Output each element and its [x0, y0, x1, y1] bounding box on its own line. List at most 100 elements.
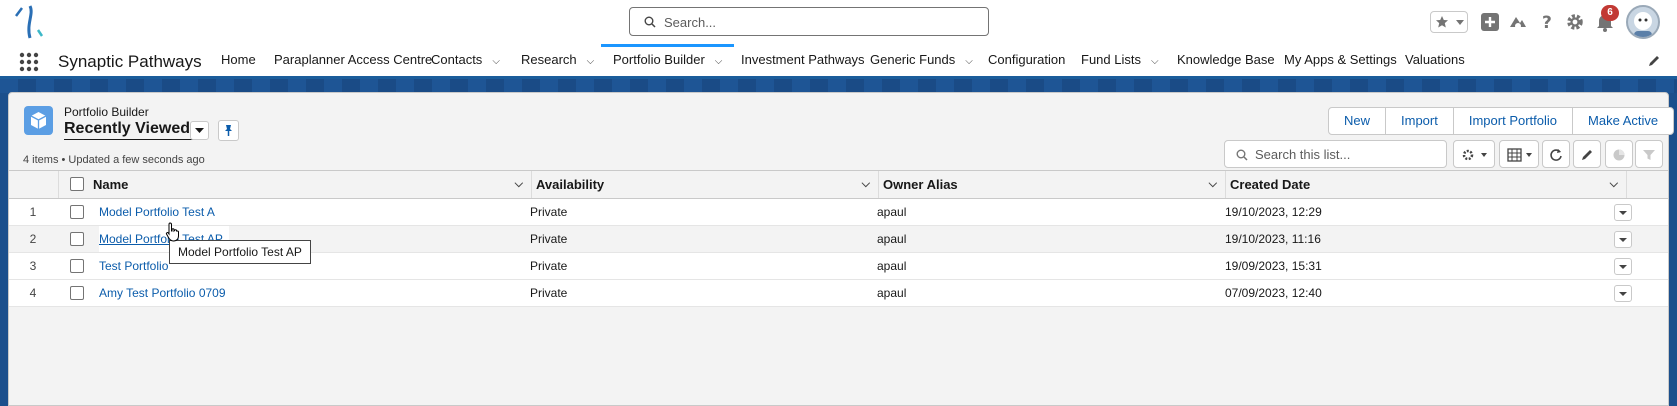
chevron-down-icon[interactable]: ⌵	[1209, 171, 1217, 198]
nav-item-label: Knowledge Base	[1177, 52, 1275, 67]
column-header-label: Availability	[536, 177, 605, 192]
import-button[interactable]: Import	[1385, 107, 1454, 135]
row-actions-button[interactable]	[1614, 204, 1632, 221]
import-portfolio-button[interactable]: Import Portfolio	[1452, 107, 1574, 135]
chevron-down-icon[interactable]: ⌵	[965, 46, 973, 78]
chevron-down-icon[interactable]: ⌵	[492, 46, 500, 78]
nav-item-contacts[interactable]: Contacts ⌵	[431, 44, 500, 76]
filter-icon	[1643, 150, 1655, 160]
row-actions-button[interactable]	[1614, 285, 1632, 302]
chevron-down-icon[interactable]: ⌵	[515, 171, 523, 198]
nav-item-investment-pathways[interactable]: Investment Pathways	[741, 44, 865, 76]
chevron-down-icon[interactable]: ⌵	[587, 46, 595, 78]
nav-item-label: Contacts	[431, 52, 483, 67]
column-header-label: Created Date	[1230, 177, 1311, 192]
nav-item-label: Portfolio Builder	[613, 52, 705, 67]
column-header-owner-alias[interactable]: Owner Alias ⌵	[879, 171, 1226, 198]
avatar[interactable]	[1626, 5, 1660, 39]
row-actions-button[interactable]	[1614, 258, 1632, 275]
list-view-switcher-button[interactable]	[190, 121, 209, 140]
list-view-card: Portfolio Builder Recently Viewed 4 item…	[8, 92, 1675, 406]
svg-text:?: ?	[1542, 13, 1552, 32]
record-name-label: Amy Test Portfolio 0709	[99, 286, 226, 300]
make-active-button[interactable]: Make Active	[1572, 107, 1675, 135]
nav-item-configuration[interactable]: Configuration	[988, 44, 1065, 76]
nav-item-generic-funds[interactable]: Generic Funds ⌵	[870, 44, 973, 76]
global-header: Search... ? 6	[0, 0, 1677, 44]
row-checkbox[interactable]	[70, 205, 84, 219]
star-icon	[1436, 16, 1448, 28]
select-all-checkbox[interactable]	[70, 177, 84, 191]
row-number: 2	[29, 232, 37, 246]
nav-item-fund-lists[interactable]: Fund Lists ⌵	[1081, 44, 1159, 76]
refresh-button[interactable]	[1542, 140, 1570, 168]
nav-item-knowledge-base[interactable]: Knowledge Base	[1177, 44, 1275, 76]
cube-icon	[30, 112, 47, 129]
new-button[interactable]: New	[1328, 107, 1387, 135]
nav-item-label: Paraplanner Access Centre	[274, 52, 433, 67]
nav-item-label: Fund Lists	[1081, 52, 1141, 67]
availability-cell: Private	[530, 259, 568, 273]
table-row[interactable]: 1 Model Portfolio Test A Private apaul 1…	[9, 199, 1668, 226]
help-icon[interactable]: ?	[1537, 12, 1557, 32]
app-logo-icon[interactable]	[12, 4, 48, 40]
display-as-table-button[interactable]	[1499, 140, 1539, 168]
chevron-down-icon[interactable]: ⌵	[1610, 171, 1618, 198]
nav-item-label: Investment Pathways	[741, 52, 865, 67]
table-row[interactable]: 4 Amy Test Portfolio 0709 Private apaul …	[9, 280, 1668, 307]
row-actions-button[interactable]	[1614, 231, 1632, 248]
row-checkbox[interactable]	[70, 232, 84, 246]
list-view-controls-button[interactable]	[1453, 140, 1495, 168]
pencil-icon	[1582, 150, 1592, 160]
list-view-name[interactable]: Recently Viewed	[64, 120, 190, 138]
created-date-cell: 19/10/2023, 11:16	[1225, 232, 1321, 246]
row-checkbox[interactable]	[70, 259, 84, 273]
global-search-input[interactable]: Search...	[629, 7, 989, 36]
user-avatar-icon	[1634, 12, 1652, 37]
filter-button[interactable]	[1635, 140, 1663, 168]
nav-item-research[interactable]: Research ⌵	[521, 44, 594, 76]
gear-icon[interactable]	[1565, 12, 1585, 32]
chevron-down-icon[interactable]: ⌵	[1151, 46, 1159, 78]
edit-list-button[interactable]	[1573, 140, 1601, 168]
notification-badge: 6	[1601, 5, 1619, 21]
favorites-button[interactable]	[1430, 11, 1468, 33]
nav-item-label: Valuations	[1405, 52, 1465, 67]
owner-alias-cell: apaul	[877, 232, 907, 246]
list-view-name-underline	[64, 139, 204, 140]
row-checkbox[interactable]	[70, 286, 84, 300]
nav-item-valuations[interactable]: Valuations	[1405, 44, 1465, 76]
chevron-down-icon[interactable]: ⌵	[715, 49, 723, 75]
list-search-input[interactable]: Search this list...	[1224, 140, 1447, 168]
nav-item-label: Research	[521, 52, 577, 67]
record-name-link[interactable]: Amy Test Portfolio 0709	[99, 280, 226, 306]
availability-cell: Private	[530, 232, 568, 246]
app-name: Synaptic Pathways	[58, 52, 202, 71]
add-icon[interactable]	[1480, 12, 1500, 32]
row-number: 4	[29, 286, 37, 300]
owner-alias-cell: apaul	[877, 259, 907, 273]
column-header-availability[interactable]: Availability ⌵	[532, 171, 879, 198]
charts-button[interactable]	[1605, 140, 1633, 168]
created-date-cell: 19/09/2023, 15:31	[1225, 259, 1322, 273]
nav-item-label: Configuration	[988, 52, 1066, 67]
pin-icon	[225, 125, 232, 136]
record-name-link[interactable]: Model Portfolio Test A	[99, 199, 215, 225]
nav-item-home[interactable]: Home	[221, 44, 256, 76]
pencil-icon[interactable]	[1647, 54, 1661, 68]
chevron-down-icon	[1619, 211, 1627, 215]
chevron-down-icon	[1619, 292, 1627, 296]
record-name-link[interactable]: Test Portfolio	[99, 253, 168, 279]
refresh-icon	[1550, 149, 1562, 161]
nav-item-paraplanner-access-centre[interactable]: Paraplanner Access Centre	[274, 44, 432, 76]
app-launcher-icon[interactable]	[19, 52, 39, 72]
nav-item-my-apps-settings[interactable]: My Apps & Settings	[1284, 44, 1397, 76]
trailhead-icon[interactable]	[1508, 12, 1528, 32]
chevron-down-icon	[1619, 238, 1627, 242]
column-header-name[interactable]: Name ⌵	[89, 171, 532, 198]
pin-list-view-button[interactable]	[218, 120, 239, 141]
link-tooltip: Model Portfolio Test AP	[169, 240, 311, 264]
column-header-created-date[interactable]: Created Date ⌵	[1226, 171, 1627, 198]
chevron-down-icon[interactable]: ⌵	[862, 171, 870, 198]
nav-item-portfolio-builder[interactable]: Portfolio Builder ⌵	[601, 44, 735, 76]
